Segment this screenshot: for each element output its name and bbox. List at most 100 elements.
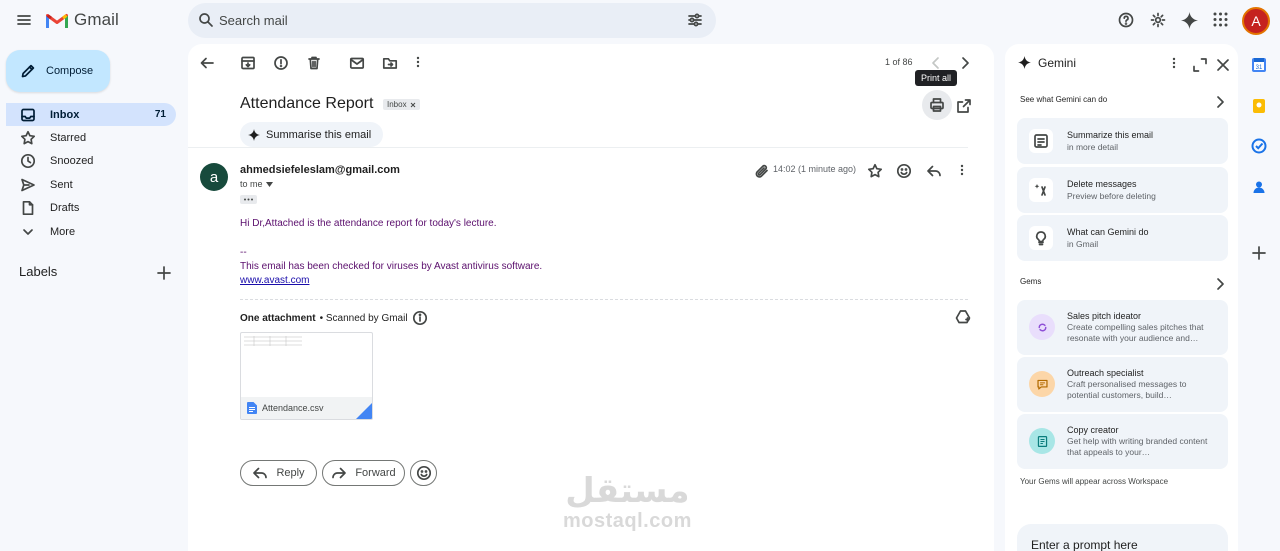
keep-app-icon[interactable] (1251, 98, 1267, 114)
back-arrow-icon[interactable] (199, 55, 215, 71)
lightbulb-icon (1029, 226, 1053, 250)
search-bar[interactable] (188, 3, 716, 38)
delete-sparkle-icon (1029, 178, 1053, 202)
apps-grid-icon[interactable] (1213, 12, 1228, 27)
mark-unread-icon[interactable] (349, 55, 365, 71)
gems-section-heading[interactable]: Gems (1020, 277, 1041, 286)
sidebar-item-snoozed[interactable]: Snoozed (6, 149, 176, 172)
info-icon[interactable] (412, 310, 428, 326)
sender-email[interactable]: ahmedsiefeleslam@gmail.com (240, 164, 400, 176)
report-spam-icon[interactable] (273, 55, 289, 71)
search-input[interactable] (219, 11, 659, 29)
csv-preview-thumbnail (244, 336, 302, 346)
ellipsis-icon (244, 198, 253, 201)
print-all-button[interactable] (922, 90, 952, 120)
add-to-drive-icon[interactable] (955, 309, 971, 325)
sidebar-item-starred[interactable]: Starred (6, 126, 176, 149)
more-vert-icon[interactable] (1171, 56, 1177, 70)
star-icon[interactable] (867, 163, 883, 179)
compose-label: Compose (46, 65, 94, 77)
chevron-right-icon[interactable] (957, 55, 973, 71)
remove-label-icon[interactable] (410, 102, 416, 108)
svg-text:31: 31 (1256, 65, 1263, 71)
sidebar-item-sent[interactable]: Sent (6, 173, 176, 196)
filter-options-icon[interactable] (687, 12, 703, 28)
gemini-suggestion-card[interactable]: Delete messages Preview before deleting (1017, 167, 1228, 213)
help-icon[interactable] (1118, 12, 1134, 28)
account-avatar[interactable]: A (1242, 7, 1270, 35)
show-trimmed-content-button[interactable] (240, 195, 257, 204)
card-subtitle: in Gmail (1067, 239, 1099, 249)
pencil-icon (21, 64, 35, 78)
chevron-down-icon (23, 228, 33, 235)
chevron-right-icon[interactable] (1212, 94, 1228, 110)
sidebar-item-inbox[interactable]: Inbox 71 (6, 103, 176, 126)
tasks-app-icon[interactable] (1251, 138, 1267, 154)
gemini-sparkle-icon[interactable] (1181, 12, 1198, 29)
settings-gear-icon[interactable] (1150, 12, 1166, 28)
open-new-window-icon[interactable] (956, 98, 972, 114)
gemini-section-heading[interactable]: See what Gemini can do (1020, 95, 1107, 104)
summarize-icon (1029, 129, 1053, 153)
clock-icon (20, 153, 36, 168)
caret-down-icon (265, 181, 273, 187)
sidebar-item-label: More (50, 225, 76, 238)
attachment-card[interactable]: Attendance.csv (240, 332, 373, 420)
sidebar-item-drafts[interactable]: Drafts (6, 196, 176, 219)
more-vert-icon[interactable] (959, 163, 965, 177)
expand-icon[interactable] (1192, 57, 1208, 73)
gemini-title: Gemini (1038, 56, 1077, 70)
gemini-suggestion-card[interactable]: Summarize this email in more detail (1017, 118, 1228, 164)
recipient-details[interactable]: to me (240, 179, 273, 189)
card-subtitle: in more detail (1067, 142, 1119, 152)
gemini-suggestion-card[interactable]: What can Gemini do in Gmail (1017, 215, 1228, 261)
add-reaction-emoji-icon[interactable] (896, 163, 912, 179)
chevron-right-icon[interactable] (1212, 276, 1228, 292)
sender-avatar[interactable]: a (200, 163, 228, 191)
contacts-app-icon[interactable] (1251, 179, 1267, 195)
gem-card-copy-creator[interactable]: Copy creator Get help with writing brand… (1017, 414, 1228, 469)
email-subject: Attendance Report (240, 95, 374, 112)
card-title: What can Gemini do (1067, 227, 1149, 237)
more-vert-icon[interactable] (415, 55, 421, 69)
close-icon[interactable] (1215, 57, 1231, 73)
chevron-left-icon[interactable] (928, 55, 944, 71)
attachment-divider (240, 299, 968, 300)
gem-card-outreach[interactable]: Outreach specialist Craft personalised m… (1017, 357, 1228, 412)
calendar-app-icon[interactable]: 31 (1251, 57, 1267, 73)
card-title: Summarize this email (1067, 130, 1154, 140)
reply-button[interactable]: Reply (240, 460, 317, 486)
attachment-count: One attachment (240, 312, 316, 324)
recipient-label: to me (240, 179, 263, 189)
email-view: 1 of 86 Print all Attendance Report Inbo… (188, 44, 994, 551)
archive-icon[interactable] (240, 55, 256, 71)
gem-title: Copy creator (1067, 425, 1119, 435)
emoji-reaction-button[interactable] (410, 460, 437, 486)
get-addons-plus-icon[interactable] (1251, 245, 1267, 261)
reply-label: Reply (276, 467, 305, 479)
print-tooltip: Print all (915, 70, 958, 86)
avast-link[interactable]: www.avast.com (240, 275, 309, 286)
reply-arrow-icon[interactable] (926, 163, 942, 179)
move-to-folder-icon[interactable] (382, 55, 398, 71)
compose-button[interactable]: Compose (6, 50, 110, 92)
gem-card-sales-pitch[interactable]: Sales pitch ideator Create compelling sa… (1017, 300, 1228, 355)
reply-arrow-icon (253, 467, 268, 479)
hamburger-icon (17, 15, 31, 25)
gmail-logo[interactable]: Gmail (46, 10, 119, 30)
inbox-label-chip[interactable]: Inbox (383, 99, 420, 110)
add-label-plus-icon[interactable] (156, 265, 172, 281)
gemini-prompt-input[interactable] (1031, 538, 1211, 551)
sales-pitch-gem-icon (1029, 314, 1055, 340)
watermark: مستقل mostaql.com (563, 472, 692, 533)
gemini-prompt-box[interactable] (1017, 524, 1228, 551)
delete-trash-icon[interactable] (306, 55, 322, 71)
search-icon[interactable] (198, 12, 214, 28)
attachment-filename: Attendance.csv (262, 403, 324, 413)
pagination-count: 1 of 86 (885, 57, 913, 67)
app-name: Gmail (74, 10, 119, 29)
summarise-email-chip[interactable]: Summarise this email (240, 122, 384, 147)
main-menu-button[interactable] (16, 12, 32, 28)
forward-button[interactable]: Forward (322, 460, 405, 486)
sidebar-item-more[interactable]: More (6, 220, 176, 243)
